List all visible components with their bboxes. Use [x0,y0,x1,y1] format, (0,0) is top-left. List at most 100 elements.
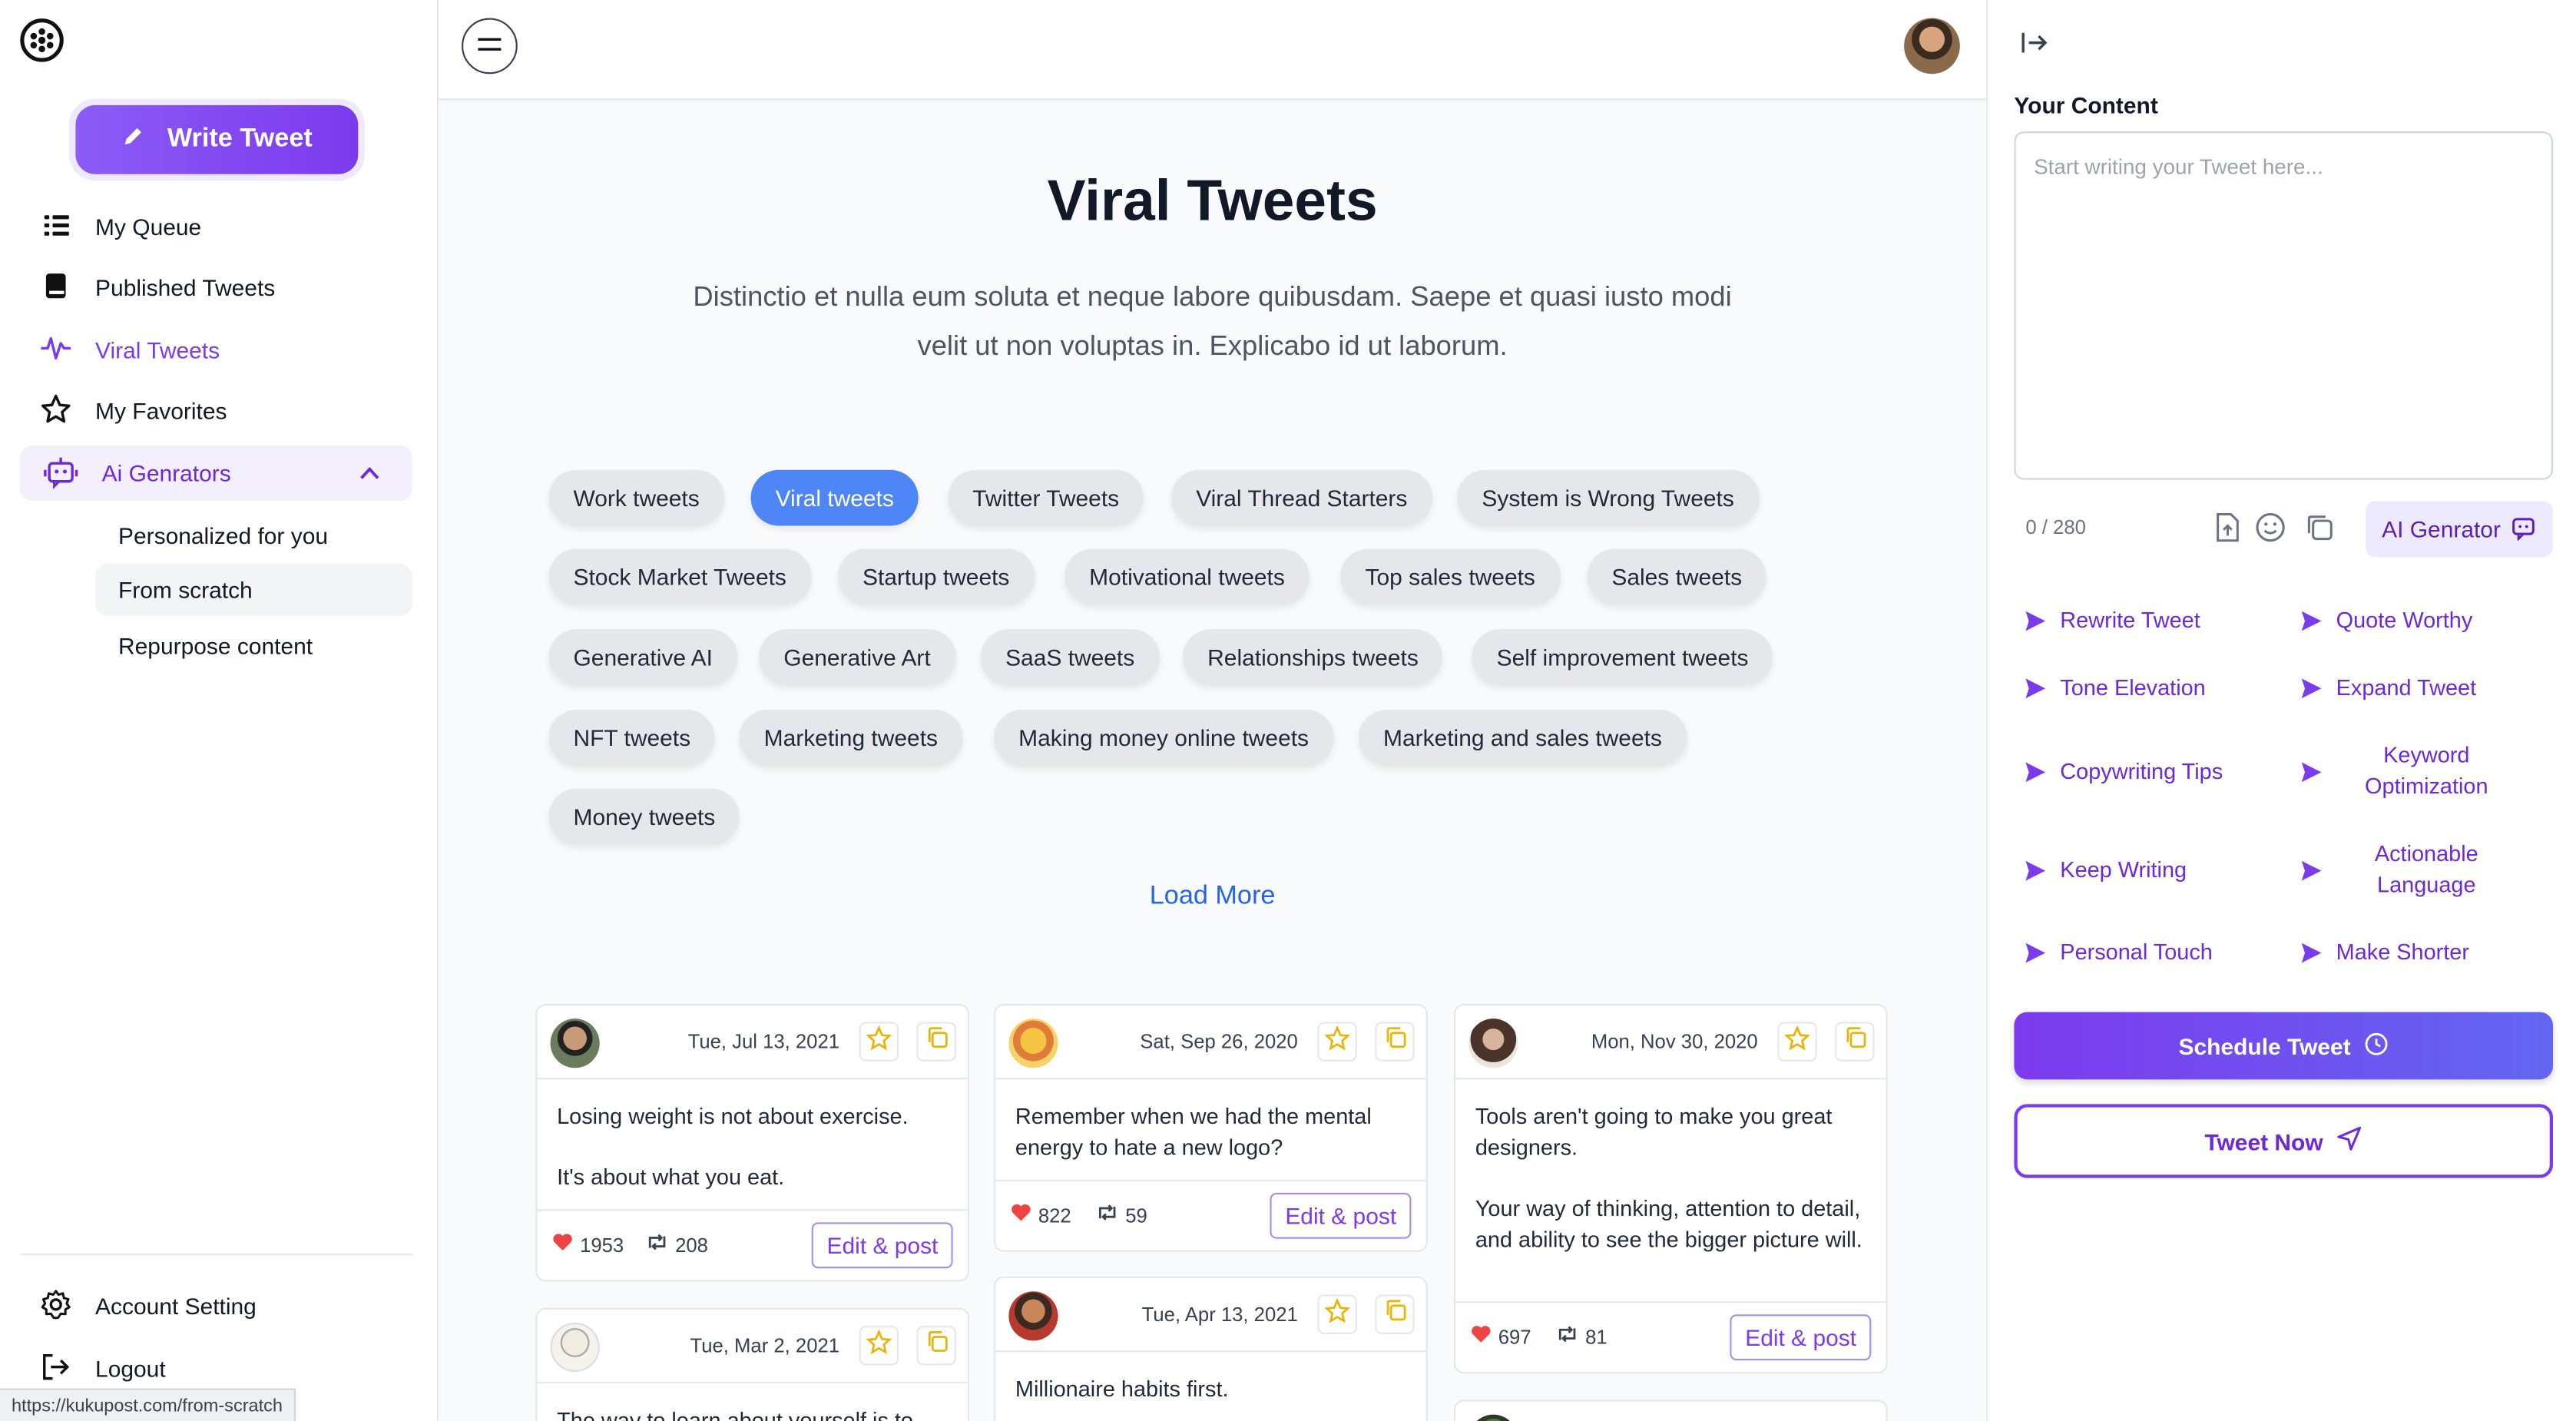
tweet-card: Tue, Jul 13, 2021 Losing weight is not a… [535,1003,970,1282]
retweets-count: 81 [1556,1324,1608,1349]
likes-count: 1953 [552,1232,624,1257]
action-expand-tweet[interactable]: Expand Tweet [2300,674,2476,704]
edit-post-button[interactable]: Edit & post [1730,1314,1872,1361]
nav-ai-generators[interactable]: Ai Genrators [19,445,412,502]
sub-item-from-scratch[interactable]: From scratch [95,563,412,617]
star-icon [1784,1024,1810,1059]
app-logo-icon[interactable] [20,18,65,63]
heart-icon [552,1232,574,1257]
action-keyword-optimization[interactable]: Keyword Optimization [2300,741,2517,802]
sub-item-repurpose[interactable]: Repurpose content [95,619,412,671]
tag-system-is-wrong-tweets[interactable]: System is Wrong Tweets [1457,469,1759,526]
action-label: Tone Elevation [2060,675,2206,701]
nav-my-queue[interactable]: My Queue [39,202,201,251]
tag-work-tweets[interactable]: Work tweets [548,469,724,526]
tweet-textarea[interactable] [2014,131,2554,480]
chevron-up-icon[interactable] [356,460,382,492]
logout-icon [39,1350,72,1387]
tag-viral-tweets[interactable]: Viral tweets [750,469,919,526]
send-arrow-icon [2025,611,2046,631]
nav-published-tweets[interactable]: Published Tweets [39,263,275,312]
action-label: Keep Writing [2060,857,2187,883]
nav-my-favorites[interactable]: My Favorites [39,386,227,436]
favorite-star-button[interactable] [1317,1294,1357,1334]
nav-account-setting[interactable]: Account Setting [39,1281,257,1330]
nav-label: Account Setting [95,1293,257,1320]
card-header: Sat, Sep 26, 2020 [995,1005,1426,1080]
favorite-star-button[interactable] [859,1326,899,1366]
gear-icon [39,1287,72,1325]
favorite-star-button[interactable] [859,1022,899,1062]
write-tweet-label: Write Tweet [167,124,313,153]
hamburger-icon [476,31,502,61]
top-bar [439,0,1987,101]
nav-label: Viral Tweets [95,336,220,363]
action-quote-worthy[interactable]: Quote Worthy [2300,606,2472,637]
card-header [1455,1402,1886,1421]
user-avatar[interactable] [1904,18,1960,75]
tag-nft-tweets[interactable]: NFT tweets [548,710,716,766]
write-tweet-button[interactable]: Write Tweet [75,104,359,174]
tag-making-money-online-tweets[interactable]: Making money online tweets [994,710,1334,766]
pencil-icon [121,124,144,155]
nav-logout[interactable]: Logout [39,1344,166,1393]
favorite-star-button[interactable] [1777,1022,1817,1062]
tag-self-improvement-tweets[interactable]: Self improvement tweets [1472,629,1773,685]
tag-sales-tweets[interactable]: Sales tweets [1587,548,1767,605]
copy-icon[interactable] [2303,511,2336,552]
menu-toggle-button[interactable] [462,18,518,75]
action-rewrite-tweet[interactable]: Rewrite Tweet [2024,606,2200,637]
ai-generator-button[interactable]: AI Genrator [2366,501,2554,558]
likes-value: 697 [1498,1325,1531,1349]
action-keep-writing[interactable]: Keep Writing [2024,856,2187,886]
tag-generative-art[interactable]: Generative Art [759,629,955,685]
tag-twitter-tweets[interactable]: Twitter Tweets [948,469,1144,526]
action-actionable-language[interactable]: Actionable Language [2300,840,2517,900]
schedule-tweet-button[interactable]: Schedule Tweet [2014,1012,2554,1080]
avatar [550,1019,600,1068]
likes-count: 697 [1470,1324,1531,1349]
action-tone-elevation[interactable]: Tone Elevation [2024,674,2206,704]
upload-file-icon[interactable] [2213,511,2243,552]
action-make-shorter[interactable]: Make Shorter [2300,938,2469,969]
tag-generative-ai[interactable]: Generative AI [548,629,738,685]
action-copywriting-tips[interactable]: Copywriting Tips [2024,757,2223,788]
edit-post-button[interactable]: Edit & post [1270,1192,1412,1239]
copy-button[interactable] [1375,1294,1415,1334]
tag-saas-tweets[interactable]: SaaS tweets [980,629,1160,685]
tag-relationships-tweets[interactable]: Relationships tweets [1183,629,1443,685]
tweet-date: Tue, Apr 13, 2021 [1141,1303,1298,1327]
avatar [1008,1291,1058,1341]
tag-top-sales-tweets[interactable]: Top sales tweets [1340,548,1560,605]
tweet-date: Tue, Jul 13, 2021 [687,1030,840,1054]
tag-marketing-tweets[interactable]: Marketing tweets [739,710,963,766]
tag-marketing-and-sales-tweets[interactable]: Marketing and sales tweets [1358,710,1687,766]
copy-button[interactable] [1835,1022,1875,1062]
copy-button[interactable] [916,1326,956,1366]
copy-button[interactable] [916,1022,956,1062]
favorite-star-button[interactable] [1317,1022,1357,1062]
tag-startup-tweets[interactable]: Startup tweets [837,548,1035,605]
likes-value: 822 [1038,1203,1071,1227]
action-label: Copywriting Tips [2060,759,2223,784]
emoji-icon[interactable] [2254,511,2287,552]
tag-motivational-tweets[interactable]: Motivational tweets [1065,548,1310,605]
avatar [1008,1019,1058,1068]
card-header: Tue, Mar 2, 2021 [537,1310,968,1384]
action-personal-touch[interactable]: Personal Touch [2024,938,2213,969]
tweet-card [1454,1399,1888,1421]
tweet-text: Remember when we had the mental energy t… [995,1079,1425,1179]
edit-post-button[interactable]: Edit & post [812,1222,953,1269]
copy-button[interactable] [1375,1022,1415,1062]
tweet-now-button[interactable]: Tweet Now [2014,1104,2554,1178]
nav-viral-tweets[interactable]: Viral Tweets [39,326,220,375]
tag-stock-market-tweets[interactable]: Stock Market Tweets [548,548,811,605]
tag-money-tweets[interactable]: Money tweets [548,788,740,845]
collapse-panel-icon[interactable] [2019,28,2049,65]
retweets-count: 208 [646,1232,708,1257]
tag-viral-thread-starters[interactable]: Viral Thread Starters [1171,469,1432,526]
sub-item-personalized[interactable]: Personalized for you [95,509,412,561]
send-arrow-icon [2301,761,2322,782]
load-more-link[interactable]: Load More [439,883,1986,913]
tweet-text: Tools aren't going to make you great des… [1455,1079,1886,1301]
